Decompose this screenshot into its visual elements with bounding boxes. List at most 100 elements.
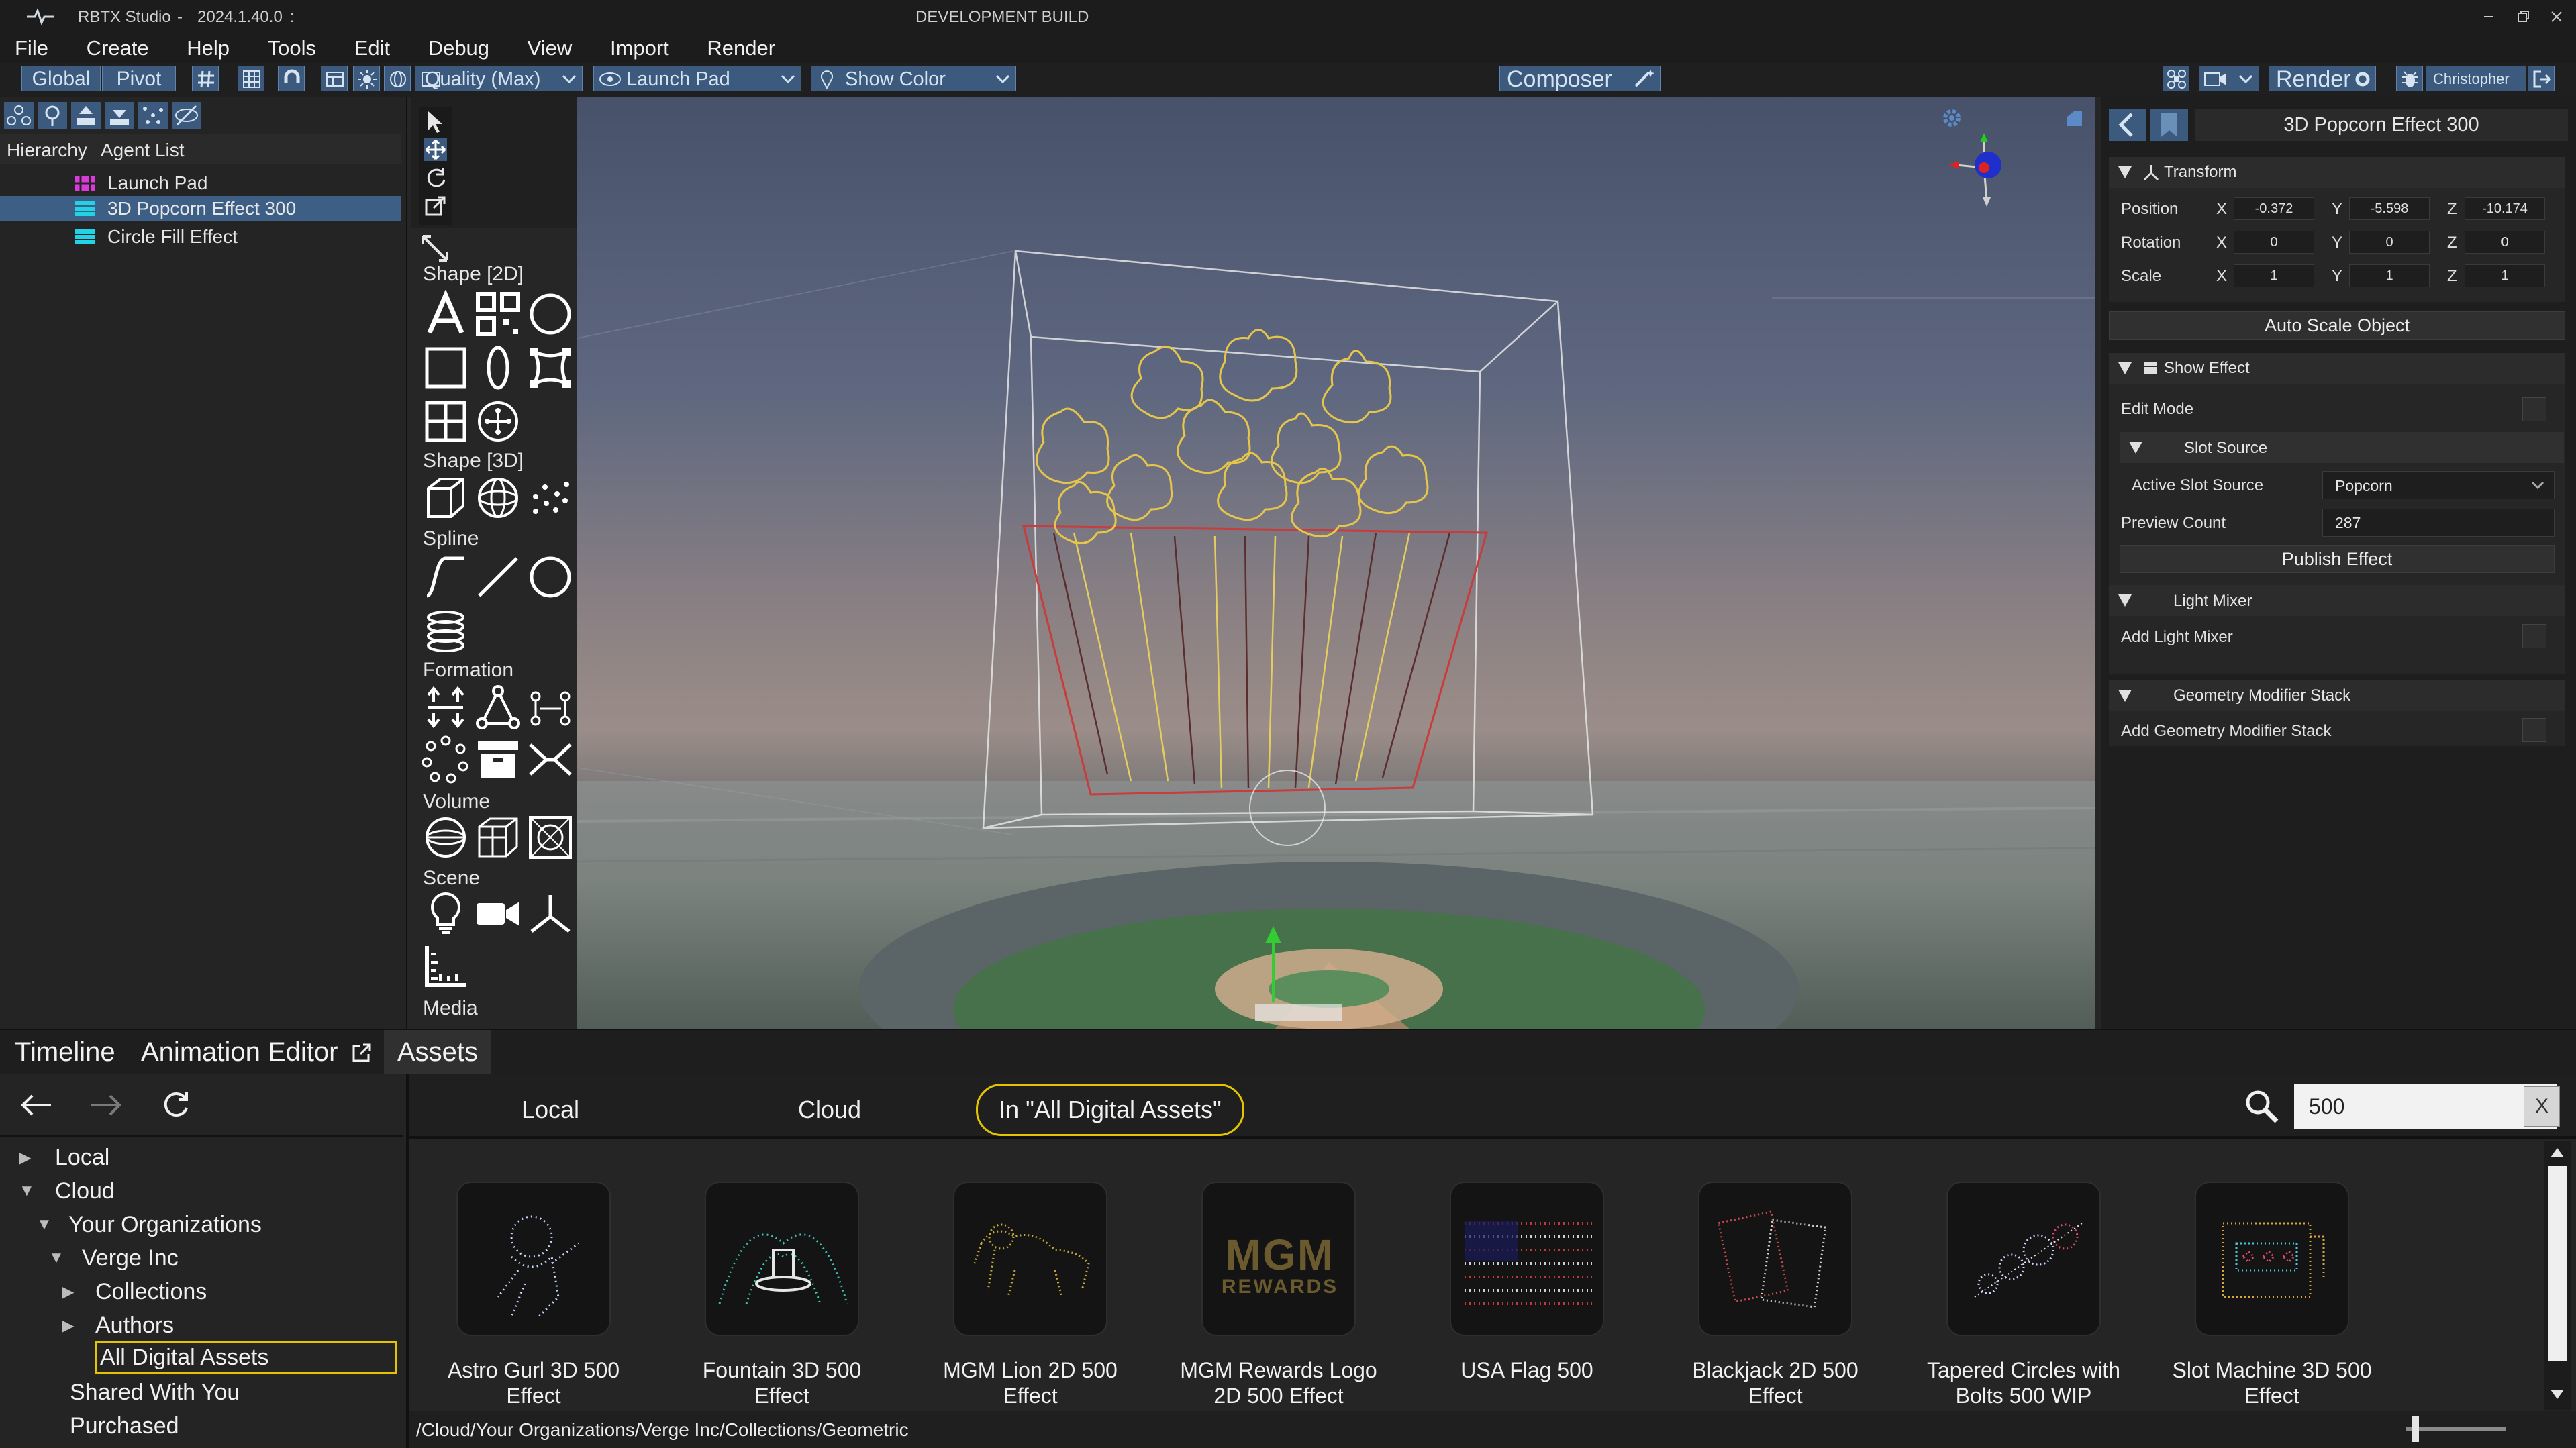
grid-button[interactable] <box>238 66 264 91</box>
back-arrow-icon[interactable] <box>19 1092 54 1119</box>
lighting-button[interactable] <box>353 66 380 91</box>
magnet-button[interactable] <box>278 66 305 91</box>
slot-source-header[interactable]: Slot Source <box>2120 432 2564 463</box>
drone-button[interactable] <box>2163 66 2189 91</box>
rotation-x-field[interactable]: 0 <box>2234 231 2314 254</box>
launchpad-dropdown[interactable]: Launch Pad <box>593 66 801 91</box>
menu-tools[interactable]: Tools <box>268 34 316 63</box>
clear-search-button[interactable]: X <box>2524 1086 2560 1127</box>
active-slot-source-dropdown[interactable]: Popcorn <box>2322 471 2555 499</box>
ruler-icon[interactable] <box>422 942 470 990</box>
logout-button[interactable] <box>2528 66 2555 91</box>
rotate-icon[interactable] <box>424 166 447 189</box>
layout-button[interactable] <box>321 66 348 91</box>
add-light-mixer-checkbox[interactable] <box>2522 624 2546 648</box>
scatter-button[interactable] <box>138 102 168 129</box>
point-cloud-icon[interactable] <box>526 474 575 522</box>
nav-item-purchased[interactable]: Purchased <box>70 1410 179 1442</box>
move-down-button[interactable] <box>105 102 134 129</box>
tree-arrow[interactable]: ▶ <box>62 1316 74 1335</box>
tab-assets[interactable]: Assets <box>384 1030 492 1077</box>
composer-button[interactable]: Composer <box>1499 66 1661 92</box>
text-tool-icon[interactable] <box>422 290 470 338</box>
edit-mode-checkbox[interactable] <box>2522 397 2546 421</box>
menu-view[interactable]: View <box>528 34 573 63</box>
pivot-button[interactable]: Pivot <box>102 66 176 91</box>
render-button[interactable]: Render <box>2269 66 2376 92</box>
scale-z-field[interactable]: 1 <box>2465 264 2545 287</box>
circle-spline-icon[interactable] <box>526 553 575 601</box>
show-color-dropdown[interactable]: Show Color <box>811 66 1016 91</box>
hierarchy-item-launch-pad[interactable]: Launch Pad <box>0 170 401 196</box>
distribute-icon[interactable] <box>422 683 470 731</box>
scale-icon[interactable] <box>424 195 447 217</box>
add-geometry-stack-checkbox[interactable] <box>2522 718 2546 742</box>
tree-arrow[interactable]: ▼ <box>48 1249 64 1268</box>
scale-x-field[interactable]: 1 <box>2234 264 2314 287</box>
menu-edit[interactable]: Edit <box>354 34 390 63</box>
camera-dropdown[interactable] <box>2199 66 2259 91</box>
video-camera-icon[interactable] <box>474 890 522 938</box>
position-x-field[interactable]: -0.372 <box>2234 197 2314 220</box>
cube-tool-icon[interactable] <box>422 474 470 522</box>
globe-button[interactable] <box>384 66 411 91</box>
geometry-stack-header[interactable]: Geometry Modifier Stack <box>2109 680 2565 711</box>
preview-count-field[interactable]: 287 <box>2322 509 2555 537</box>
expand-icon[interactable] <box>420 234 450 263</box>
hierarchy-item-circle-fill[interactable]: Circle Fill Effect <box>0 224 401 250</box>
zoom-slider-handle[interactable] <box>2412 1416 2419 1442</box>
archive-icon[interactable] <box>474 735 522 784</box>
rotation-y-field[interactable]: 0 <box>2349 231 2430 254</box>
publish-effect-button[interactable]: Publish Effect <box>2120 545 2555 573</box>
search-input[interactable]: 500 <box>2294 1084 2557 1129</box>
tab-hierarchy[interactable]: Hierarchy <box>7 140 87 161</box>
coil-tool-icon[interactable] <box>422 607 470 655</box>
minimize-button[interactable] <box>2479 7 2499 27</box>
menu-help[interactable]: Help <box>187 34 230 63</box>
position-z-field[interactable]: -10.174 <box>2465 197 2545 220</box>
path-tool-icon[interactable] <box>526 344 575 392</box>
orientation-gizmo[interactable] <box>1946 127 2020 208</box>
quality-dropdown[interactable]: Quality (Max) <box>415 66 583 91</box>
locate-button[interactable] <box>38 102 67 129</box>
user-button[interactable]: Christopher <box>2426 66 2526 91</box>
menu-debug[interactable]: Debug <box>428 34 489 63</box>
restore-button[interactable] <box>2513 7 2533 27</box>
close-window-button[interactable] <box>2546 7 2567 27</box>
search-icon[interactable] <box>2243 1088 2281 1125</box>
ring-formation-icon[interactable] <box>422 735 470 784</box>
group-button[interactable] <box>4 102 34 129</box>
show-effect-header[interactable]: Show Effect <box>2109 353 2565 384</box>
light-mixer-header[interactable]: Light Mixer <box>2109 585 2565 616</box>
filter-local[interactable]: Local <box>477 1084 624 1136</box>
curve-tool-icon[interactable] <box>422 553 470 601</box>
asset-scrollbar[interactable] <box>2544 1141 2571 1410</box>
nav-item-authors[interactable]: Authors <box>95 1309 174 1341</box>
auto-scale-button[interactable]: Auto Scale Object <box>2109 311 2565 340</box>
refresh-icon[interactable] <box>160 1089 192 1121</box>
viewport-settings-icon[interactable] <box>1938 105 1965 132</box>
tree-arrow[interactable]: ▼ <box>36 1215 52 1234</box>
line-tool-icon[interactable] <box>474 553 522 601</box>
rectangle-tool-icon[interactable] <box>422 344 470 392</box>
3d-viewport[interactable] <box>577 97 2095 1029</box>
select-cursor-icon[interactable] <box>424 110 447 134</box>
bookmark-button[interactable] <box>2150 109 2188 141</box>
scrollbar-thumb[interactable] <box>2548 1166 2567 1361</box>
fullscreen-icon[interactable] <box>2065 109 2085 129</box>
scale-y-field[interactable]: 1 <box>2349 264 2430 287</box>
ellipse-tool-icon[interactable] <box>474 344 522 392</box>
back-button[interactable] <box>2109 109 2146 141</box>
axis-icon[interactable] <box>526 890 575 938</box>
sphere-tool-icon[interactable] <box>474 474 522 522</box>
debug-button[interactable] <box>2396 66 2423 91</box>
menu-import[interactable]: Import <box>610 34 669 63</box>
merge-icon[interactable] <box>526 735 575 784</box>
rotation-z-field[interactable]: 0 <box>2465 231 2545 254</box>
hide-button[interactable] <box>172 102 201 129</box>
tab-timeline[interactable]: Timeline <box>1 1030 129 1074</box>
forward-arrow-icon[interactable] <box>89 1092 123 1119</box>
menu-render[interactable]: Render <box>707 34 775 63</box>
light-bulb-icon[interactable] <box>422 890 470 938</box>
filter-cloud[interactable]: Cloud <box>756 1084 903 1136</box>
